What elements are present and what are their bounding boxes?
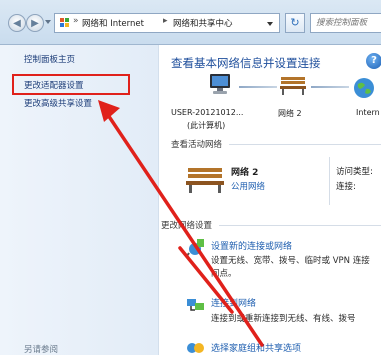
network-type-link[interactable]: 公用网络 [231,180,265,192]
homegroup-icon [187,343,204,353]
active-network-name: 网络 2 [231,168,259,178]
forward-button[interactable]: ▶ [26,14,44,32]
control-panel-icon [60,18,70,28]
setup-new-connection-link[interactable]: 设置新的连接或网络 [211,239,292,252]
access-type-label: 访问类型: [336,167,373,177]
annotation-highlight-box [12,74,130,95]
recent-pages-dropdown[interactable] [45,20,51,24]
address-dropdown-icon[interactable] [267,22,273,26]
help-icon[interactable]: ? [366,53,381,69]
sidebar-item-control-panel-home[interactable]: 控制面板主页 [24,53,75,65]
main-panel: 查看基本网络信息并设置连接 ? USER-20121012... (此计算机) … [159,45,381,355]
computer-name-label: USER-20121012... [171,108,244,117]
computer-sub-label: (此计算机) [187,121,226,130]
breadcrumb-separator-icon: ▸ [163,16,168,26]
connect-to-network-link[interactable]: 连接到网络 [211,296,256,309]
connect-network-desc: 连接到或重新连接到无线、有线、拨号 [211,314,356,324]
titlebar: ◀ ▶ » 网络和 Internet ▸ 网络和共享中心 ↻ [0,0,381,45]
network-bench-icon [280,77,306,95]
back-button[interactable]: ◀ [8,14,26,32]
sidebar-item-advanced-sharing[interactable]: 更改高级共享设置 [24,97,92,109]
connect-network-icon [187,299,204,311]
internet-globe-icon [354,78,374,98]
page-title: 查看基本网络信息并设置连接 [171,56,321,70]
connection-line [239,86,277,88]
section-divider [229,144,381,145]
active-networks-heading: 查看活动网络 [171,140,223,150]
section-divider [219,225,381,226]
refresh-button[interactable]: ↻ [285,13,305,33]
search-input[interactable] [310,13,381,33]
breadcrumb-sharing-center[interactable]: 网络和共享中心 [173,17,233,29]
homegroup-sharing-link[interactable]: 选择家庭组和共享选项 [211,341,301,354]
vertical-divider [329,157,330,205]
see-also-heading: 另请参阅 [24,345,59,355]
breadcrumb-separator-icon: » [73,16,79,26]
setup-connection-desc-2: 问点。 [211,269,237,279]
computer-icon [210,74,230,94]
change-settings-heading: 更改网络设置 [161,221,213,231]
network-name-label: 网络 2 [278,109,302,118]
public-network-bench-icon [186,168,224,193]
internet-label: Intern [356,108,380,117]
address-bar[interactable]: » 网络和 Internet ▸ 网络和共享中心 [54,13,280,33]
setup-connection-icon [186,239,204,257]
connections-label: 连接: [336,182,356,192]
connection-line [311,86,349,88]
setup-connection-desc: 设置无线、宽带、拨号、临时或 VPN 连接 [211,256,370,266]
breadcrumb-network-internet[interactable]: 网络和 Internet [82,17,144,29]
